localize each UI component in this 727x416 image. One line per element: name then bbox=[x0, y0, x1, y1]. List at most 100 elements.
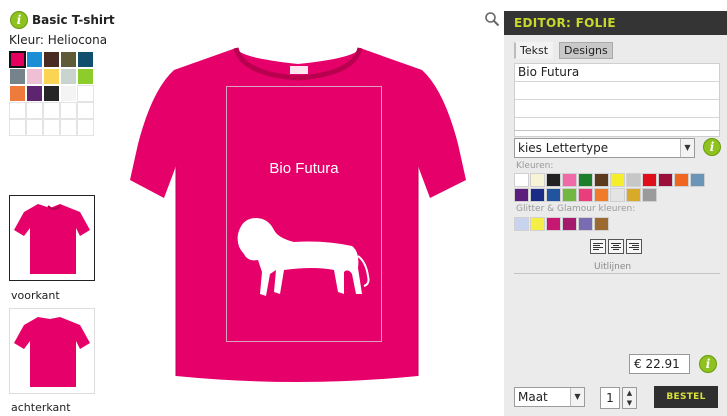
text-color-swatch[interactable] bbox=[626, 173, 641, 187]
text-color-swatch[interactable] bbox=[546, 188, 561, 202]
tab-tekst[interactable]: Tekst bbox=[514, 42, 554, 59]
size-select-value: Maat bbox=[518, 390, 548, 404]
glitter-color-swatch[interactable] bbox=[578, 217, 593, 231]
align-right-button[interactable] bbox=[626, 239, 642, 254]
empty-swatch bbox=[9, 102, 26, 119]
color-swatch[interactable] bbox=[26, 85, 43, 102]
back-view-label[interactable]: achterkant bbox=[11, 401, 71, 414]
empty-swatch bbox=[77, 85, 94, 102]
empty-swatch bbox=[77, 119, 94, 136]
text-color-swatch[interactable] bbox=[610, 188, 625, 202]
color-swatch[interactable] bbox=[43, 68, 60, 85]
color-swatch[interactable] bbox=[77, 68, 94, 85]
glitter-color-swatch[interactable] bbox=[562, 217, 577, 231]
design-text[interactable]: Bio Futura bbox=[226, 160, 382, 177]
text-color-swatch[interactable] bbox=[578, 188, 593, 202]
text-lines: Bio Futura bbox=[514, 63, 720, 137]
font-info-icon[interactable]: i bbox=[703, 138, 721, 156]
quantity-stepper[interactable]: ▲ ▼ bbox=[622, 387, 637, 409]
align-left-button[interactable] bbox=[590, 239, 606, 254]
empty-swatch bbox=[9, 119, 26, 136]
front-view-thumbnail[interactable] bbox=[9, 195, 95, 281]
color-swatch[interactable] bbox=[26, 68, 43, 85]
color-swatch[interactable] bbox=[43, 85, 60, 102]
color-swatch[interactable] bbox=[9, 51, 26, 68]
color-swatch[interactable] bbox=[9, 68, 26, 85]
glitter-color-palette bbox=[514, 217, 705, 231]
color-swatch[interactable] bbox=[43, 51, 60, 68]
stepper-down-icon[interactable]: ▼ bbox=[623, 398, 636, 408]
text-color-swatch[interactable] bbox=[594, 173, 609, 187]
color-swatch[interactable] bbox=[9, 85, 26, 102]
info-icon[interactable]: i bbox=[10, 11, 28, 29]
align-label: Uitlijnen bbox=[594, 262, 632, 272]
empty-swatch bbox=[60, 102, 77, 119]
text-color-swatch[interactable] bbox=[514, 173, 529, 187]
text-color-swatch[interactable] bbox=[690, 173, 705, 187]
text-color-swatch[interactable] bbox=[642, 173, 657, 187]
stepper-up-icon[interactable]: ▲ bbox=[623, 388, 636, 398]
divider bbox=[514, 130, 720, 131]
text-line-4[interactable] bbox=[515, 118, 719, 136]
empty-swatch bbox=[43, 102, 60, 119]
color-swatch[interactable] bbox=[60, 51, 77, 68]
product-header: i Basic T-shirt bbox=[10, 11, 115, 29]
back-view-thumbnail[interactable] bbox=[9, 308, 95, 394]
empty-swatch bbox=[60, 119, 77, 136]
align-center-button[interactable] bbox=[608, 239, 624, 254]
text-color-swatch[interactable] bbox=[546, 173, 561, 187]
front-view-label[interactable]: voorkant bbox=[11, 289, 60, 302]
text-color-swatch[interactable] bbox=[562, 188, 577, 202]
glitter-color-swatch[interactable] bbox=[546, 217, 561, 231]
chevron-down-icon: ▼ bbox=[570, 388, 584, 406]
color-swatch[interactable] bbox=[60, 85, 77, 102]
text-line-2[interactable] bbox=[515, 82, 719, 100]
glitter-color-swatch[interactable] bbox=[594, 217, 609, 231]
glitter-color-swatch[interactable] bbox=[514, 217, 529, 231]
editor-panel: EDITOR: FOLIE Tekst Designs Bio Futura k… bbox=[504, 11, 727, 416]
size-select[interactable]: Maat ▼ bbox=[514, 387, 585, 407]
editor-tabs: Tekst Designs bbox=[514, 42, 613, 59]
empty-swatch bbox=[77, 102, 94, 119]
text-color-swatch[interactable] bbox=[530, 173, 545, 187]
text-color-swatch[interactable] bbox=[562, 173, 577, 187]
divider bbox=[514, 273, 720, 274]
text-color-swatch[interactable] bbox=[594, 188, 609, 202]
lion-icon[interactable] bbox=[234, 212, 374, 304]
shirt-front-thumb-icon bbox=[14, 204, 90, 274]
text-color-swatch[interactable] bbox=[642, 188, 657, 202]
glitter-color-swatch[interactable] bbox=[530, 217, 545, 231]
text-color-swatch[interactable] bbox=[658, 173, 673, 187]
empty-swatch bbox=[26, 119, 43, 136]
text-color-swatch[interactable] bbox=[578, 173, 593, 187]
price-display: € 22.91 bbox=[629, 354, 690, 374]
tab-designs[interactable]: Designs bbox=[559, 42, 613, 59]
font-select[interactable]: kies Lettertype ▼ bbox=[514, 138, 695, 158]
colors-label: Kleuren: bbox=[516, 161, 554, 171]
text-color-palette bbox=[514, 173, 705, 202]
color-swatch[interactable] bbox=[26, 51, 43, 68]
text-color-swatch[interactable] bbox=[674, 173, 689, 187]
text-color-swatch[interactable] bbox=[530, 188, 545, 202]
align-group bbox=[590, 239, 642, 254]
shirt-back-thumb-icon bbox=[14, 317, 90, 387]
quantity-input[interactable]: 1 bbox=[600, 387, 620, 409]
font-select-value: kies Lettertype bbox=[518, 141, 609, 155]
color-swatch[interactable] bbox=[77, 51, 94, 68]
product-title: Basic T-shirt bbox=[32, 13, 115, 27]
text-color-swatch[interactable] bbox=[514, 188, 529, 202]
color-swatch[interactable] bbox=[60, 68, 77, 85]
color-swatch-grid bbox=[9, 51, 94, 136]
color-label: Kleur: Heliocona bbox=[9, 33, 108, 47]
text-line-1[interactable]: Bio Futura bbox=[515, 64, 719, 82]
price-info-icon[interactable]: i bbox=[699, 355, 717, 373]
empty-swatch bbox=[43, 119, 60, 136]
order-button[interactable]: BESTEL bbox=[654, 386, 718, 408]
text-color-swatch[interactable] bbox=[610, 173, 625, 187]
glitter-label: Glitter & Glamour kleuren: bbox=[516, 204, 636, 214]
text-color-swatch[interactable] bbox=[626, 188, 641, 202]
chevron-down-icon: ▼ bbox=[680, 139, 694, 157]
editor-title: EDITOR: FOLIE bbox=[504, 11, 727, 35]
text-line-3[interactable] bbox=[515, 100, 719, 118]
magnifier-icon[interactable] bbox=[484, 11, 500, 27]
